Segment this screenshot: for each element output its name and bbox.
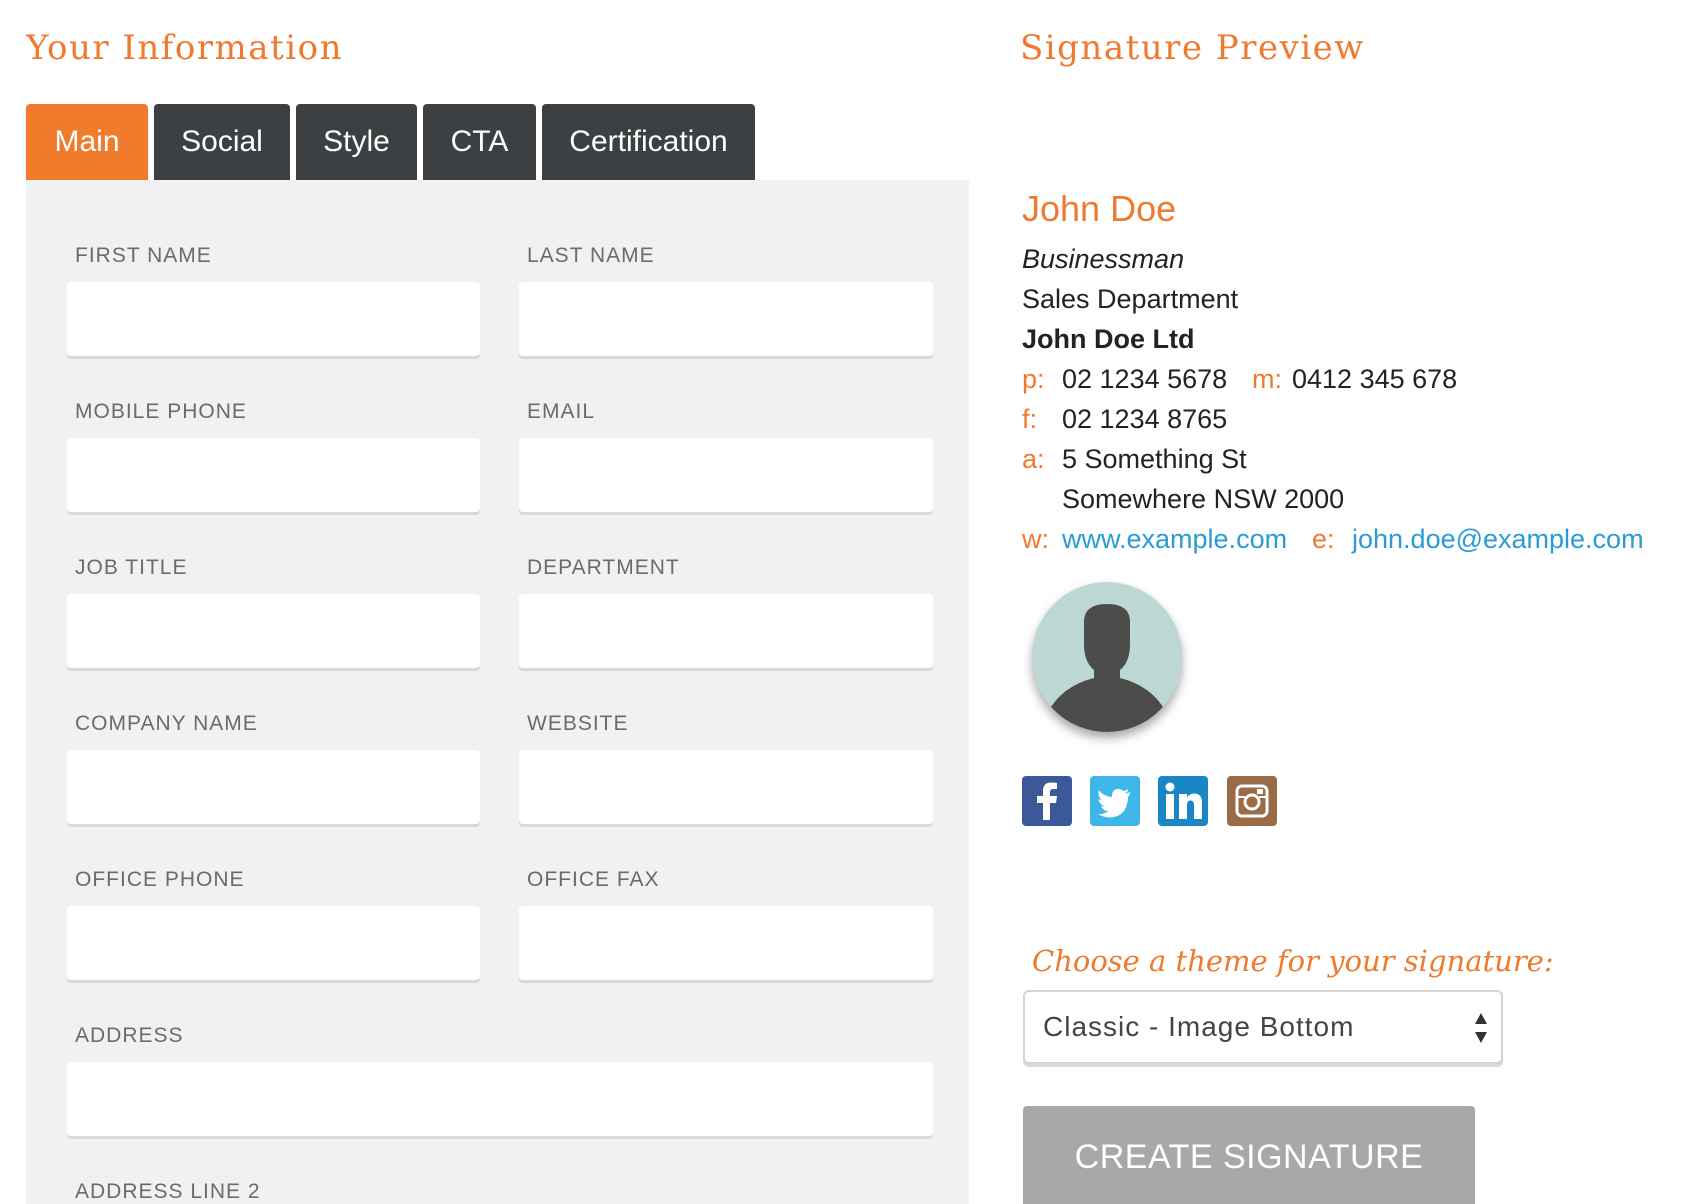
- email-label: EMAIL: [527, 400, 596, 423]
- office-phone-input[interactable]: [67, 906, 480, 980]
- signature-name: John Doe: [1022, 188, 1177, 229]
- website-label: WEBSITE: [527, 712, 629, 735]
- signature-fax: 02 1234 8765: [1062, 404, 1228, 434]
- create-signature-button[interactable]: CREATE SIGNATURE: [1023, 1106, 1475, 1204]
- job-title-input[interactable]: [67, 594, 480, 668]
- person-silhouette-icon: [1032, 604, 1182, 732]
- office-fax-label: OFFICE FAX: [527, 868, 660, 891]
- tab-style[interactable]: Style: [296, 104, 417, 180]
- facebook-icon[interactable]: [1022, 776, 1072, 826]
- job-title-label: JOB TITLE: [75, 556, 188, 579]
- company-name-input[interactable]: [67, 750, 480, 824]
- company-name-label: COMPANY NAME: [75, 712, 258, 735]
- mobile-phone-label: MOBILE PHONE: [75, 400, 247, 423]
- phone-key: p:: [1022, 364, 1045, 394]
- signature-title: Businessman: [1022, 244, 1185, 274]
- select-arrows-icon: [1475, 1013, 1487, 1043]
- first-name-input[interactable]: [67, 282, 480, 356]
- signature-email-link[interactable]: john.doe@example.com: [1352, 524, 1644, 555]
- mobile-phone-input[interactable]: [67, 438, 480, 512]
- tab-social[interactable]: Social: [154, 104, 290, 180]
- fax-key: f:: [1022, 404, 1038, 434]
- signature-phone-row: p: 02 1234 5678 m: 0412 345 678: [1022, 364, 1457, 395]
- email-input[interactable]: [519, 438, 933, 512]
- tab-certification[interactable]: Certification: [542, 104, 755, 180]
- address-label: ADDRESS: [75, 1024, 184, 1047]
- tab-main[interactable]: Main: [26, 104, 148, 180]
- theme-label: Choose a theme for your signature:: [1032, 944, 1554, 978]
- last-name-input[interactable]: [519, 282, 933, 356]
- department-input[interactable]: [519, 594, 933, 668]
- web-key: w:: [1022, 524, 1049, 554]
- signature-company: John Doe Ltd: [1022, 324, 1195, 354]
- signature-department: Sales Department: [1022, 284, 1239, 314]
- signature-website-link[interactable]: www.example.com: [1062, 524, 1287, 555]
- mobile-key: m:: [1252, 364, 1282, 394]
- twitter-icon[interactable]: [1090, 776, 1140, 826]
- your-information-heading: Your Information: [26, 28, 343, 68]
- email-key: e:: [1312, 524, 1335, 554]
- address-input[interactable]: [67, 1062, 933, 1136]
- tab-cta[interactable]: CTA: [423, 104, 536, 180]
- form-tabs: Main Social Style CTA Certification: [26, 104, 755, 180]
- signature-fax-row: f: 02 1234 8765: [1022, 404, 1227, 435]
- signature-mobile: 0412 345 678: [1292, 364, 1458, 394]
- department-label: DEPARTMENT: [527, 556, 680, 579]
- theme-select-value: Classic - Image Bottom: [1043, 1011, 1355, 1042]
- signature-preview-heading: Signature Preview: [1020, 28, 1365, 68]
- last-name-label: LAST NAME: [527, 244, 655, 267]
- signature-address-line2: Somewhere NSW 2000: [1062, 484, 1345, 514]
- signature-phone: 02 1234 5678: [1062, 364, 1228, 394]
- signature-address-line1: 5 Something St: [1062, 444, 1247, 474]
- signature-address-row: a: 5 Something St: [1022, 444, 1247, 475]
- office-fax-input[interactable]: [519, 906, 933, 980]
- linkedin-icon[interactable]: [1158, 776, 1208, 826]
- address-key: a:: [1022, 444, 1045, 474]
- first-name-label: FIRST NAME: [75, 244, 212, 267]
- theme-select[interactable]: Classic - Image Bottom: [1023, 990, 1503, 1064]
- instagram-icon[interactable]: [1227, 776, 1277, 826]
- website-input[interactable]: [519, 750, 933, 824]
- signature-web-row: w: www.example.com e: john.doe@example.c…: [1022, 524, 1644, 555]
- form-panel: FIRST NAME LAST NAME MOBILE PHONE EMAIL …: [26, 180, 969, 1204]
- address-line-2-label: ADDRESS LINE 2: [75, 1180, 261, 1203]
- office-phone-label: OFFICE PHONE: [75, 868, 245, 891]
- avatar: [1032, 582, 1182, 732]
